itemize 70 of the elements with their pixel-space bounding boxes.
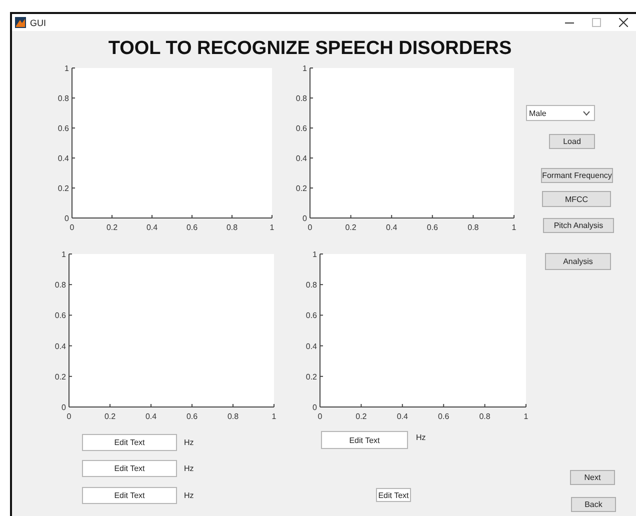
tick-label: 0.4: [58, 154, 69, 163]
tick-label: 1: [312, 250, 317, 259]
gender-dropdown[interactable]: Male: [526, 105, 595, 121]
tick-label: 0.2: [104, 412, 116, 421]
tick-label: 0: [70, 223, 74, 232]
tick-label: 0.6: [306, 311, 317, 320]
tick-label: 0: [318, 412, 322, 421]
tick-label: 0.4: [386, 223, 398, 232]
tick-label: 1: [62, 250, 66, 259]
frequency-field[interactable]: Edit Text: [321, 431, 408, 449]
tick-label: 0.8: [58, 94, 69, 103]
action-button[interactable]: Load: [549, 134, 595, 149]
action-button[interactable]: Pitch Analysis: [543, 218, 614, 233]
tick-label: 0.4: [146, 223, 158, 232]
nav-button[interactable]: Next: [570, 470, 615, 485]
tick-label: 0.2: [345, 223, 356, 232]
tick-label: 0.8: [479, 412, 490, 421]
tick-label: 0.4: [145, 412, 157, 421]
tick-label: 0: [66, 412, 72, 421]
tick-label: 0.6: [186, 412, 198, 421]
tick-label: 0.2: [106, 223, 118, 232]
frequency-field[interactable]: Edit Text: [82, 434, 177, 451]
tick-label: 1: [524, 412, 528, 421]
action-button[interactable]: Formant Frequency: [541, 168, 613, 183]
close-icon[interactable]: [619, 18, 628, 27]
action-button[interactable]: MFCC: [542, 191, 611, 207]
tick-label: 0.2: [306, 372, 317, 382]
tick-label: 0.6: [58, 124, 69, 133]
tick-label: 1: [270, 223, 274, 232]
tick-label: 0.6: [438, 412, 450, 421]
tick-label: 0.6: [186, 223, 198, 232]
tick-label: 0.8: [227, 412, 239, 421]
tick-label: 0.4: [396, 412, 408, 421]
tick-label: 0.2: [296, 184, 307, 193]
text-field[interactable]: Edit Text: [376, 488, 411, 502]
frequency-field[interactable]: Edit Text: [82, 460, 177, 477]
action-button[interactable]: Analysis: [545, 253, 611, 270]
tick-label: 0: [308, 223, 312, 232]
tick-label: 0.4: [296, 154, 307, 163]
tick-label: 0.8: [296, 94, 307, 103]
tick-label: 0: [312, 403, 317, 412]
unit-label: Hz: [184, 438, 194, 447]
tick-label: 1: [64, 64, 69, 73]
tick-label: 0.6: [426, 223, 438, 232]
tick-label: 0.4: [306, 342, 317, 351]
tick-label: 0.8: [468, 223, 479, 232]
tick-label: 0.8: [54, 280, 66, 290]
tick-label: 0.2: [58, 184, 69, 193]
tick-label: 0.2: [356, 412, 367, 421]
frequency-field[interactable]: Edit Text: [82, 487, 177, 504]
chevron-icon: [583, 110, 590, 116]
tick-label: 0.6: [54, 311, 66, 320]
window-title: GUI: [30, 18, 48, 28]
tick-label: 1: [512, 223, 516, 232]
tick-label: 0: [64, 214, 69, 223]
tick-label: 1: [302, 64, 307, 73]
tick-label: 0: [62, 403, 66, 412]
unit-label: Hz: [184, 491, 194, 500]
tick-label: 0.8: [226, 223, 238, 232]
app-heading: TOOL TO RECOGNIZE SPEECH DISORDERS: [108, 39, 512, 59]
unit-label: Hz: [416, 433, 426, 442]
tick-label: 0.8: [306, 280, 317, 290]
unit-label: Hz: [184, 464, 194, 473]
nav-button[interactable]: Back: [571, 497, 616, 512]
tick-label: 0: [302, 214, 307, 223]
app-icon: [15, 17, 26, 28]
tick-label: 0.6: [296, 124, 307, 133]
tick-label: 0.4: [54, 342, 66, 351]
tick-label: 0.2: [54, 372, 66, 382]
tick-label: 1: [272, 412, 276, 421]
